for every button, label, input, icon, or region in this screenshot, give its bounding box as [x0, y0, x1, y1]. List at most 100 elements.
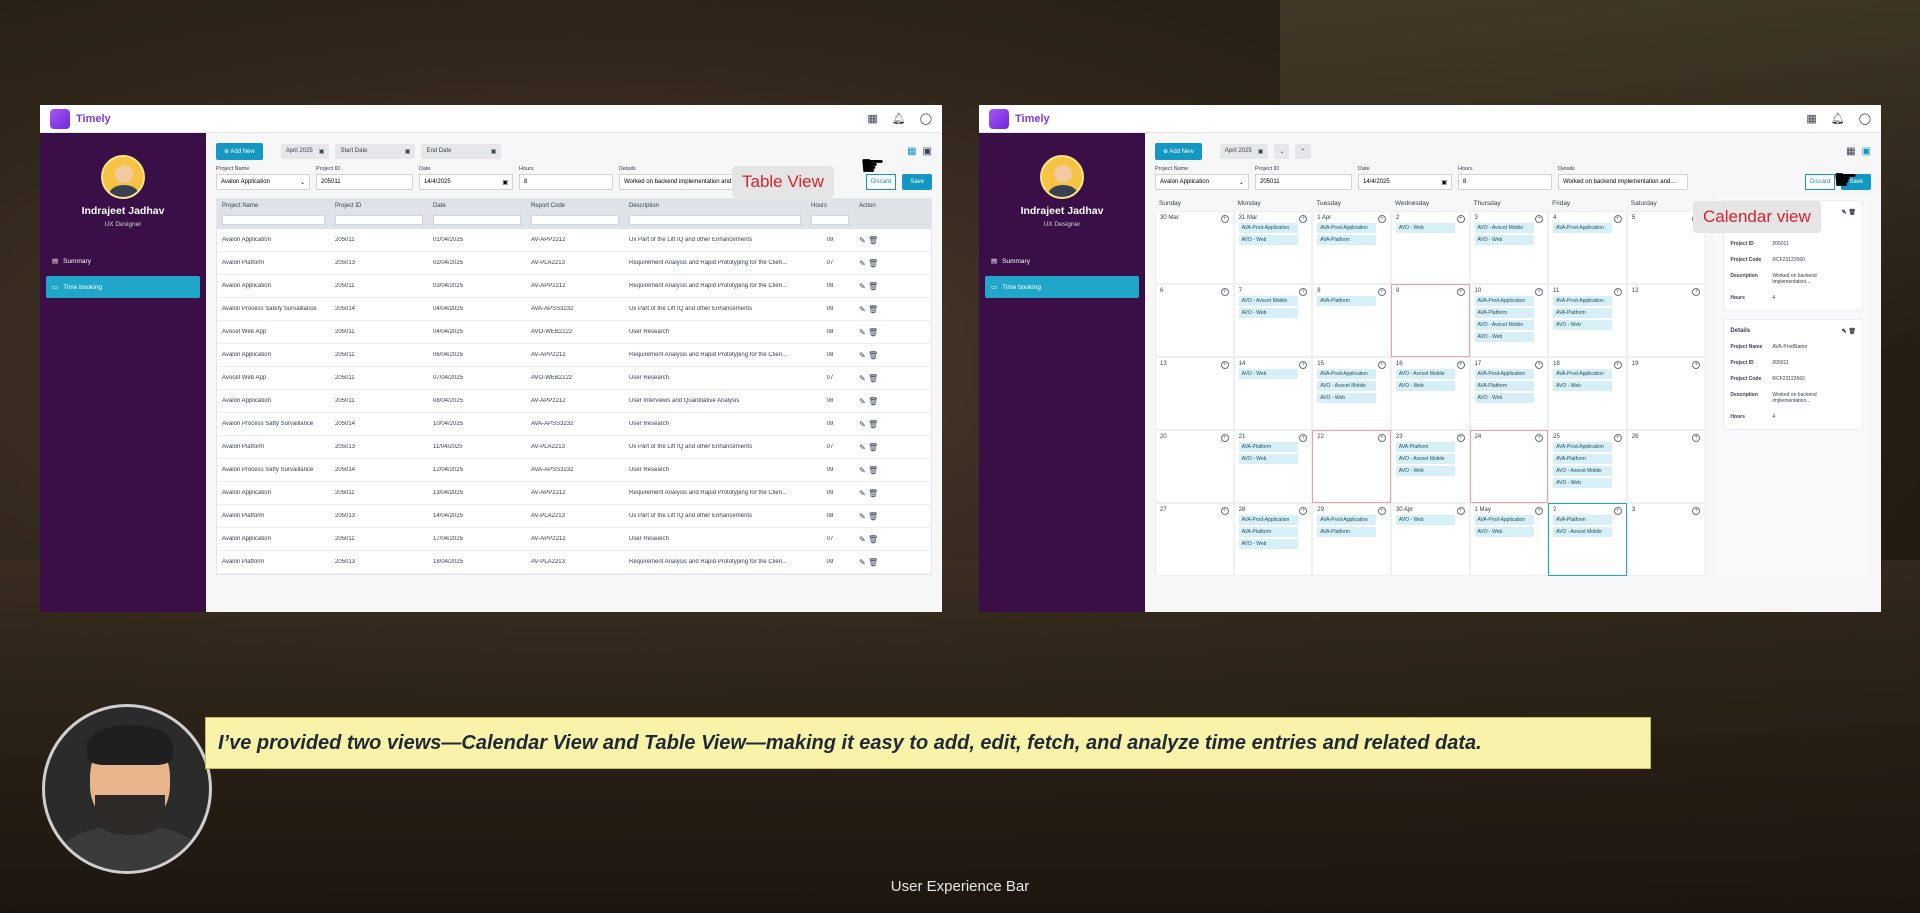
add-entry-icon[interactable]: + [1456, 507, 1465, 515]
calendar-day-cell[interactable]: 26 + [1626, 430, 1706, 503]
delete-icon[interactable]: 🗑︎ [868, 397, 878, 406]
calendar-event[interactable]: AVA-Platform [1395, 442, 1455, 452]
table-row[interactable]: Avocet Web App 205011 04/04/2025 AVO-WEB222… [217, 321, 931, 344]
table-row[interactable]: Avocet Web App 205011 07/04/2025 AVO-WEB222… [217, 367, 931, 390]
edit-icon[interactable]: ✎ [859, 443, 866, 452]
calendar-day-cell[interactable]: 18 + AVA-Prod-Application AVO - Web [1548, 357, 1627, 430]
calendar-day-cell[interactable]: 23 + AVA-Platform AVO - Avocet Mobile AVO - … [1390, 430, 1470, 503]
project-id-input[interactable]: 205011 [316, 174, 413, 190]
calendar-day-cell[interactable]: 6 + [1155, 284, 1234, 357]
add-entry-icon[interactable]: + [1299, 215, 1308, 223]
edit-icon[interactable]: ✎ [859, 328, 866, 337]
project-name-select[interactable]: Avalon Application ⌄ [216, 174, 310, 190]
sidebar-item-time-booking[interactable]: ▭ Time booking [985, 276, 1139, 298]
add-entry-icon[interactable]: + [1692, 434, 1701, 442]
calendar-event[interactable]: AVO - Web [1238, 539, 1298, 549]
calendar-view-icon[interactable]: ▣ [1862, 146, 1871, 157]
calendar-event[interactable]: AVO - Avocet Mobile [1238, 296, 1298, 306]
calendar-day-cell[interactable]: 11 + AVA-Prod-Application AVA-Platform AVO -… [1548, 284, 1627, 357]
calendar-event[interactable]: AVA-Platform [1474, 308, 1534, 318]
calendar-event[interactable]: AVO - Web [1238, 308, 1298, 318]
add-new-button[interactable]: ⊕ Add New [216, 143, 263, 160]
calendar-day-cell[interactable]: 31 Mar + AVA-Prod-Application AVO - Web [1233, 211, 1313, 284]
calendar-event[interactable]: AVA-Prod-Application [1317, 223, 1377, 233]
table-row[interactable]: Avalon Application 205011 03/04/2025 AV-APP… [217, 275, 931, 298]
calendar-event[interactable]: AVO - Avocet Mobile [1317, 381, 1377, 391]
calendar-day-cell[interactable]: 9 + [1390, 284, 1470, 357]
apps-grid-icon[interactable]: ▦ [1806, 112, 1816, 125]
calendar-day-cell[interactable]: 30 Apr + AVO - Web [1390, 503, 1470, 576]
calendar-day-cell[interactable]: 30 Mar + [1155, 211, 1234, 284]
calendar-event[interactable]: AVO - Web [1317, 393, 1377, 403]
edit-icon[interactable]: ✎ [859, 558, 866, 567]
date-input[interactable]: 14/4/2025 ▣ [419, 174, 513, 190]
calendar-day-cell[interactable]: 20 + [1155, 430, 1234, 503]
add-entry-icon[interactable]: + [1299, 507, 1308, 515]
calendar-event[interactable]: AVA-Platform [1238, 527, 1298, 537]
table-row[interactable]: Avalon Platform 205013 02/04/2025 AV-PLA221… [217, 252, 931, 275]
calendar-event[interactable]: AVO - Web [1474, 527, 1534, 537]
calendar-event[interactable]: AVO - Avocet Mobile [1553, 466, 1613, 476]
edit-icon[interactable]: ✎ [859, 259, 866, 268]
table-row[interactable]: Avalon Application 205011 13/04/2025 AV-APP… [217, 482, 931, 505]
add-entry-icon[interactable]: + [1535, 361, 1544, 369]
add-entry-icon[interactable]: + [1535, 434, 1544, 442]
edit-icon[interactable]: ✎ [1842, 329, 1847, 335]
add-entry-icon[interactable]: + [1692, 288, 1701, 296]
add-entry-icon[interactable]: + [1535, 507, 1544, 515]
edit-icon[interactable]: ✎ [859, 305, 866, 314]
calendar-event[interactable]: AVO - Avocet Mobile [1474, 223, 1534, 233]
delete-icon[interactable]: 🗑︎ [868, 489, 878, 498]
calendar-day-cell[interactable]: 14 + AVO - Web [1233, 357, 1313, 430]
month-picker[interactable]: April 2025 ▣ [280, 144, 330, 159]
calendar-event[interactable]: AVO - Avocet Mobile [1553, 527, 1613, 537]
calendar-event[interactable]: AVA-Platform [1317, 235, 1377, 245]
edit-icon[interactable]: ✎ [859, 512, 866, 521]
add-entry-icon[interactable]: + [1456, 361, 1465, 369]
column-filter[interactable] [531, 215, 619, 225]
column-filter[interactable] [433, 215, 521, 225]
calendar-event[interactable]: AVA-Prod-Application [1553, 369, 1613, 379]
edit-icon[interactable]: ✎ [859, 351, 866, 360]
column-filter[interactable] [811, 215, 849, 225]
table-row[interactable]: Avalon Application 205011 17/04/2025 AV-APP… [217, 528, 931, 551]
add-entry-icon[interactable]: + [1299, 288, 1308, 296]
delete-icon[interactable]: 🗑︎ [868, 374, 878, 383]
calendar-event[interactable]: AVA-Prod-Application [1317, 369, 1377, 379]
project-name-select[interactable]: Avalon Application ⌄ [1155, 174, 1249, 190]
calendar-event[interactable]: AVO - Web [1238, 454, 1298, 464]
discard-button[interactable]: Discard [1804, 174, 1836, 190]
calendar-event[interactable]: AVA-Prod-Application [1553, 442, 1613, 452]
calendar-day-cell[interactable]: 4 + AVA-Prod-Application [1548, 211, 1627, 284]
details-input[interactable]: Worked on backend implementation and... [619, 174, 739, 190]
calendar-event[interactable]: AVO - Web [1474, 393, 1534, 403]
table-row[interactable]: Avalon Application 205011 06/04/2025 AV-APP… [217, 344, 931, 367]
table-row[interactable]: Avalon Application 205011 08/04/2025 AV-APP… [217, 390, 931, 413]
bell-icon[interactable]: 🔔︎ [892, 112, 906, 125]
delete-icon[interactable]: 🗑︎ [868, 535, 878, 544]
calendar-day-cell[interactable]: 12 + [1626, 284, 1706, 357]
add-entry-icon[interactable]: + [1613, 434, 1622, 442]
calendar-event[interactable]: AVO - Avocet Mobile [1474, 320, 1534, 330]
calendar-day-cell[interactable]: 13 + [1155, 357, 1234, 430]
hours-input[interactable]: 8 [519, 174, 613, 190]
hours-input[interactable]: 8 [1458, 174, 1552, 190]
add-entry-icon[interactable]: + [1456, 215, 1465, 223]
table-row[interactable]: Avalon Process Safty Survaillance 205014 1… [217, 459, 931, 482]
calendar-day-cell[interactable]: 28 + AVA-Prod-Application AVA-Platform AVO -… [1233, 503, 1313, 576]
calendar-view-icon[interactable]: ▣ [923, 146, 932, 157]
calendar-event[interactable]: AVO - Web [1395, 223, 1455, 233]
edit-icon[interactable]: ✎ [859, 282, 866, 291]
calendar-event[interactable]: AVO - Avocet Mobile [1395, 454, 1455, 464]
calendar-event[interactable]: AVA-Platform [1474, 381, 1534, 391]
calendar-event[interactable]: AVA-Prod-Application [1474, 515, 1534, 525]
edit-icon[interactable]: ✎ [859, 397, 866, 406]
table-row[interactable]: Avalon Platform 205013 14/04/2025 AV-PLA221… [217, 505, 931, 528]
calendar-event[interactable]: AVO - Web [1474, 235, 1534, 245]
calendar-event[interactable]: AVO - Web [1238, 369, 1298, 379]
column-filter[interactable] [222, 215, 325, 225]
calendar-day-cell[interactable]: 2 + AVO - Web [1390, 211, 1470, 284]
add-entry-icon[interactable]: + [1377, 215, 1386, 223]
calendar-event[interactable]: AVA-Prod-Application [1474, 296, 1534, 306]
calendar-event[interactable]: AVA-Platform [1238, 442, 1298, 452]
